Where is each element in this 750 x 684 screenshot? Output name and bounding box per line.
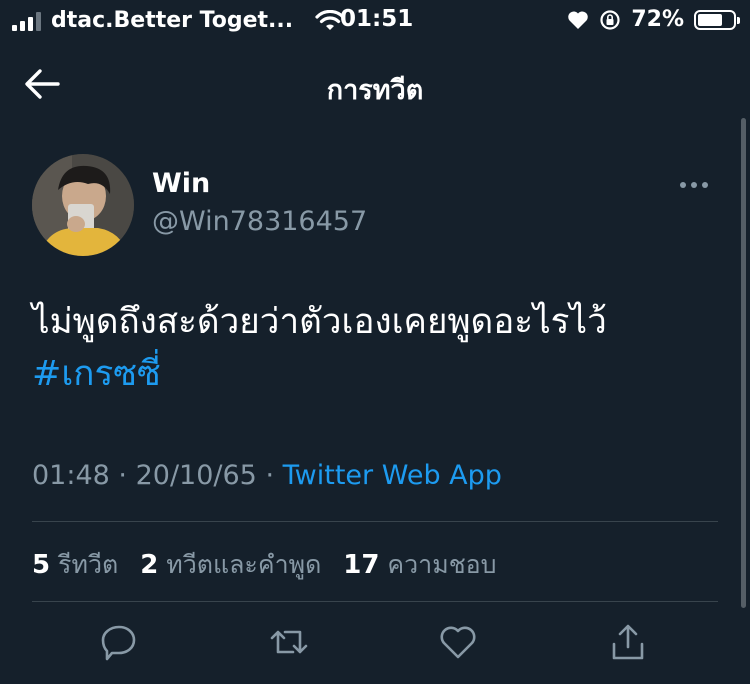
- retweet-icon[interactable]: [269, 622, 309, 662]
- likes-count: 17: [343, 550, 380, 580]
- tweet-text: ไม่พูดถึงสะด้วยว่าตัวเองเคยพูดอะไรไว้ #เ…: [32, 296, 732, 400]
- action-bar: [0, 622, 750, 666]
- retweets-count: 5: [32, 550, 51, 580]
- quotes-count: 2: [140, 550, 159, 580]
- tweet-source-link[interactable]: Twitter Web App: [283, 460, 502, 491]
- heart-icon: [568, 10, 589, 29]
- battery-fill: [698, 13, 722, 26]
- status-bar-left: dtac.Better Toget...: [12, 8, 345, 33]
- avatar-image: [32, 154, 134, 256]
- divider: [32, 601, 718, 602]
- reply-icon[interactable]: [99, 622, 139, 662]
- status-time: 01:51: [340, 6, 414, 32]
- tweet-stats: 5 รีทวีต 2 ทวีตและคำพูด 17 ความชอบ: [32, 545, 511, 585]
- display-name[interactable]: Win: [152, 168, 210, 199]
- carrier-name: dtac.Better Toget...: [51, 8, 294, 33]
- tweet-date: 20/10/65: [135, 460, 257, 491]
- status-bar: dtac.Better Toget... 01:51 72%: [0, 0, 750, 44]
- tweet-meta: 01:48 · 20/10/65 · Twitter Web App: [32, 460, 502, 491]
- quotes-label: ทวีตและคำพูด: [166, 550, 322, 579]
- retweets-label: รีทวีต: [58, 550, 119, 579]
- meta-separator: ·: [118, 460, 127, 491]
- likes-stat[interactable]: 17 ความชอบ: [343, 550, 497, 580]
- page-title: การทวีต: [326, 75, 424, 106]
- signal-icon: [12, 11, 41, 31]
- retweets-stat[interactable]: 5 รีทวีต: [32, 550, 119, 580]
- battery-icon: [694, 9, 740, 30]
- tweet-time: 01:48: [32, 460, 110, 491]
- user-handle[interactable]: @Win78316457: [152, 206, 367, 237]
- meta-separator: ·: [265, 460, 275, 491]
- battery-percent: 72%: [631, 7, 684, 32]
- share-icon[interactable]: [608, 622, 648, 662]
- divider: [32, 521, 718, 522]
- hashtag-link[interactable]: #เกรซซี่: [32, 348, 732, 400]
- more-options-icon[interactable]: [680, 172, 720, 198]
- quotes-stat[interactable]: 2 ทวีตและคำพูด: [140, 550, 322, 580]
- like-icon[interactable]: [438, 622, 478, 662]
- rotation-lock-icon: [600, 9, 620, 30]
- status-bar-right: 72%: [567, 7, 740, 32]
- nav-bar: การทวีต: [0, 56, 750, 112]
- scrollbar[interactable]: [741, 118, 746, 608]
- avatar[interactable]: [32, 154, 134, 256]
- likes-label: ความชอบ: [387, 550, 497, 579]
- tweet-body: ไม่พูดถึงสะด้วยว่าตัวเองเคยพูดอะไรไว้: [32, 302, 607, 342]
